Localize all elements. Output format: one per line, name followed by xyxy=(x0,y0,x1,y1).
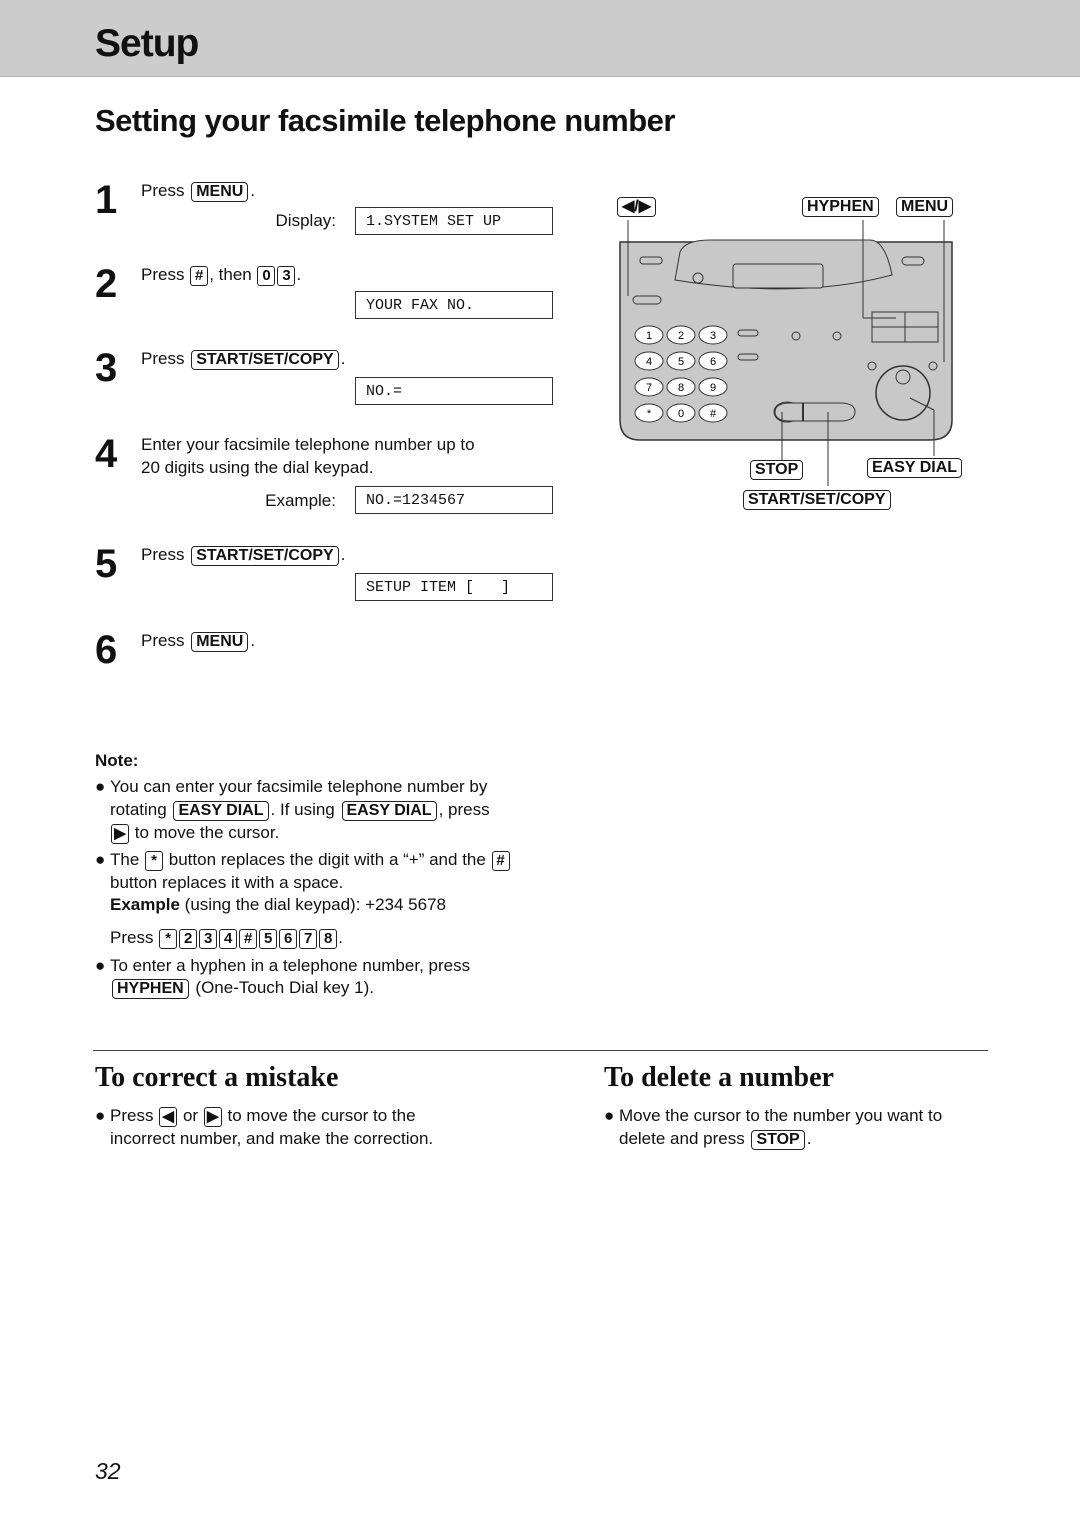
keypad-key-label: 0 xyxy=(678,408,684,420)
hash-key: # xyxy=(491,851,510,871)
step-text: Press START/SET/COPY. xyxy=(141,349,346,370)
step-number: 2 xyxy=(95,262,118,306)
display-label: Display: xyxy=(275,211,336,230)
bullet-icon: ● xyxy=(95,1106,106,1125)
step-text: 20 digits using the dial keypad. xyxy=(141,458,374,477)
lcd-window xyxy=(732,263,824,289)
step-text: Press MENU. xyxy=(141,181,256,202)
arrow-keys xyxy=(632,295,662,305)
note-text: The * button replaces the digit with a “… xyxy=(110,850,511,871)
step-number: 3 xyxy=(95,346,118,390)
lcd-display: SETUP ITEM [ ] xyxy=(355,573,553,601)
key-sequence-key: # xyxy=(239,929,258,949)
key-sequence-key: 2 xyxy=(179,929,198,949)
left-arrow-key-icon: ◀ xyxy=(159,1107,178,1127)
note-text: To enter a hyphen in a telephone number,… xyxy=(110,956,471,975)
three-key: 3 xyxy=(277,266,296,286)
section-header: Setup xyxy=(0,0,1080,77)
bullet-icon: ● xyxy=(604,1106,615,1125)
keypad-key-label: # xyxy=(710,408,717,420)
step-number: 5 xyxy=(95,542,118,586)
delete-text: Move the cursor to the number you want t… xyxy=(619,1106,943,1125)
key-sequence-key: * xyxy=(159,929,178,949)
key-sequence: * 2 3 4 #5 6 7 8 xyxy=(158,928,338,949)
hash-key: # xyxy=(190,266,209,286)
correct-heading: To correct a mistake xyxy=(95,1062,339,1093)
note-text: You can enter your facsimile telephone n… xyxy=(110,777,488,796)
easy-dial-key: EASY DIAL xyxy=(173,801,269,821)
step-text: Press START/SET/COPY. xyxy=(141,545,346,566)
note-text: rotating EASY DIAL. If using EASY DIAL, … xyxy=(110,800,490,821)
stop-start-buttons xyxy=(774,402,856,422)
key-sequence-key: 7 xyxy=(299,929,318,949)
keypad-key-label: 2 xyxy=(678,330,684,342)
correct-text: Press ◀ or ▶ to move the cursor to the xyxy=(110,1106,416,1127)
hyphen-key: HYPHEN xyxy=(112,979,189,999)
step-number: 6 xyxy=(95,628,118,672)
menu-key: MENU xyxy=(191,182,249,202)
keypad-key-label: 3 xyxy=(710,330,716,342)
start-set-copy-key: START/SET/COPY xyxy=(191,546,339,566)
section-title: Setup xyxy=(95,22,199,65)
start-set-copy-label: START/SET/COPY xyxy=(743,490,891,510)
step-text: Press MENU. xyxy=(141,631,256,652)
lcd-display: NO.=1234567 xyxy=(355,486,553,514)
keypad-key-label: 1 xyxy=(646,330,652,342)
key-sequence-key: 5 xyxy=(259,929,278,949)
zero-key: 0 xyxy=(257,266,276,286)
fax-panel-diagram: 1 2 3 4 5 6 7 8 9 * 0 # ◀/▶ HYPHEN MENU STOP EASY D… xyxy=(600,190,980,525)
lcd-display: NO.= xyxy=(355,377,553,405)
keypad-key-label: 5 xyxy=(678,356,684,368)
lcd-display: 1.SYSTEM SET UP xyxy=(355,207,553,235)
key-sequence-key: 8 xyxy=(319,929,338,949)
key-sequence-key: 4 xyxy=(219,929,238,949)
menu-label: MENU xyxy=(896,197,954,217)
menu-button xyxy=(928,361,938,371)
keypad-key-label: 8 xyxy=(678,382,684,394)
step-text: Press #, then 03. xyxy=(141,265,302,286)
lcd-display: YOUR FAX NO. xyxy=(355,291,553,319)
note-text: button replaces it with a space. xyxy=(110,873,344,892)
star-key: * xyxy=(145,851,164,871)
stop-key: STOP xyxy=(751,1130,805,1150)
key-sequence-key: 6 xyxy=(279,929,298,949)
menu-key: MENU xyxy=(191,632,249,652)
example-label: Example: xyxy=(265,491,336,510)
delete-text: delete and press STOP. xyxy=(619,1129,812,1150)
divider xyxy=(93,1050,988,1051)
correct-text: incorrect number, and make the correctio… xyxy=(110,1129,434,1148)
right-arrow-key-icon: ▶ xyxy=(203,1107,222,1127)
right-arrow-key-icon: ▶ xyxy=(111,824,129,844)
keypad-key-label: * xyxy=(647,408,652,420)
hyphen-label: HYPHEN xyxy=(802,197,879,217)
step-text: Enter your facsimile telephone number up… xyxy=(141,435,475,454)
page-number: 32 xyxy=(95,1458,121,1484)
keypad-key-label: 9 xyxy=(710,382,716,394)
stop-label: STOP xyxy=(750,460,804,480)
keypad-key-label: 4 xyxy=(646,356,652,368)
note-example: Example (using the dial keypad): +234 56… xyxy=(110,895,446,914)
arrow-keys-label: ◀/▶ xyxy=(617,197,657,217)
delete-heading: To delete a number xyxy=(604,1062,834,1093)
step-number: 4 xyxy=(95,432,118,476)
start-set-copy-key: START/SET/COPY xyxy=(191,350,339,370)
note-text: Press * 2 3 4 #5 6 7 8. xyxy=(110,928,343,949)
page-title: Setting your facsimile telephone number xyxy=(95,103,675,138)
note-heading: Note: xyxy=(95,751,139,770)
bullet-icon: ● xyxy=(95,850,106,869)
step-number: 1 xyxy=(95,178,118,222)
bullet-icon: ● xyxy=(95,777,106,796)
keypad-key-label: 7 xyxy=(646,382,652,394)
easy-dial-label: EASY DIAL xyxy=(867,458,963,478)
keypad-key-label: 6 xyxy=(710,356,716,368)
note-text: HYPHEN (One-Touch Dial key 1). xyxy=(110,978,374,999)
note-text: ▶ to move the cursor. xyxy=(110,823,279,844)
bullet-icon: ● xyxy=(95,956,106,975)
key-sequence-key: 3 xyxy=(199,929,218,949)
easy-dial-key: EASY DIAL xyxy=(341,801,437,821)
